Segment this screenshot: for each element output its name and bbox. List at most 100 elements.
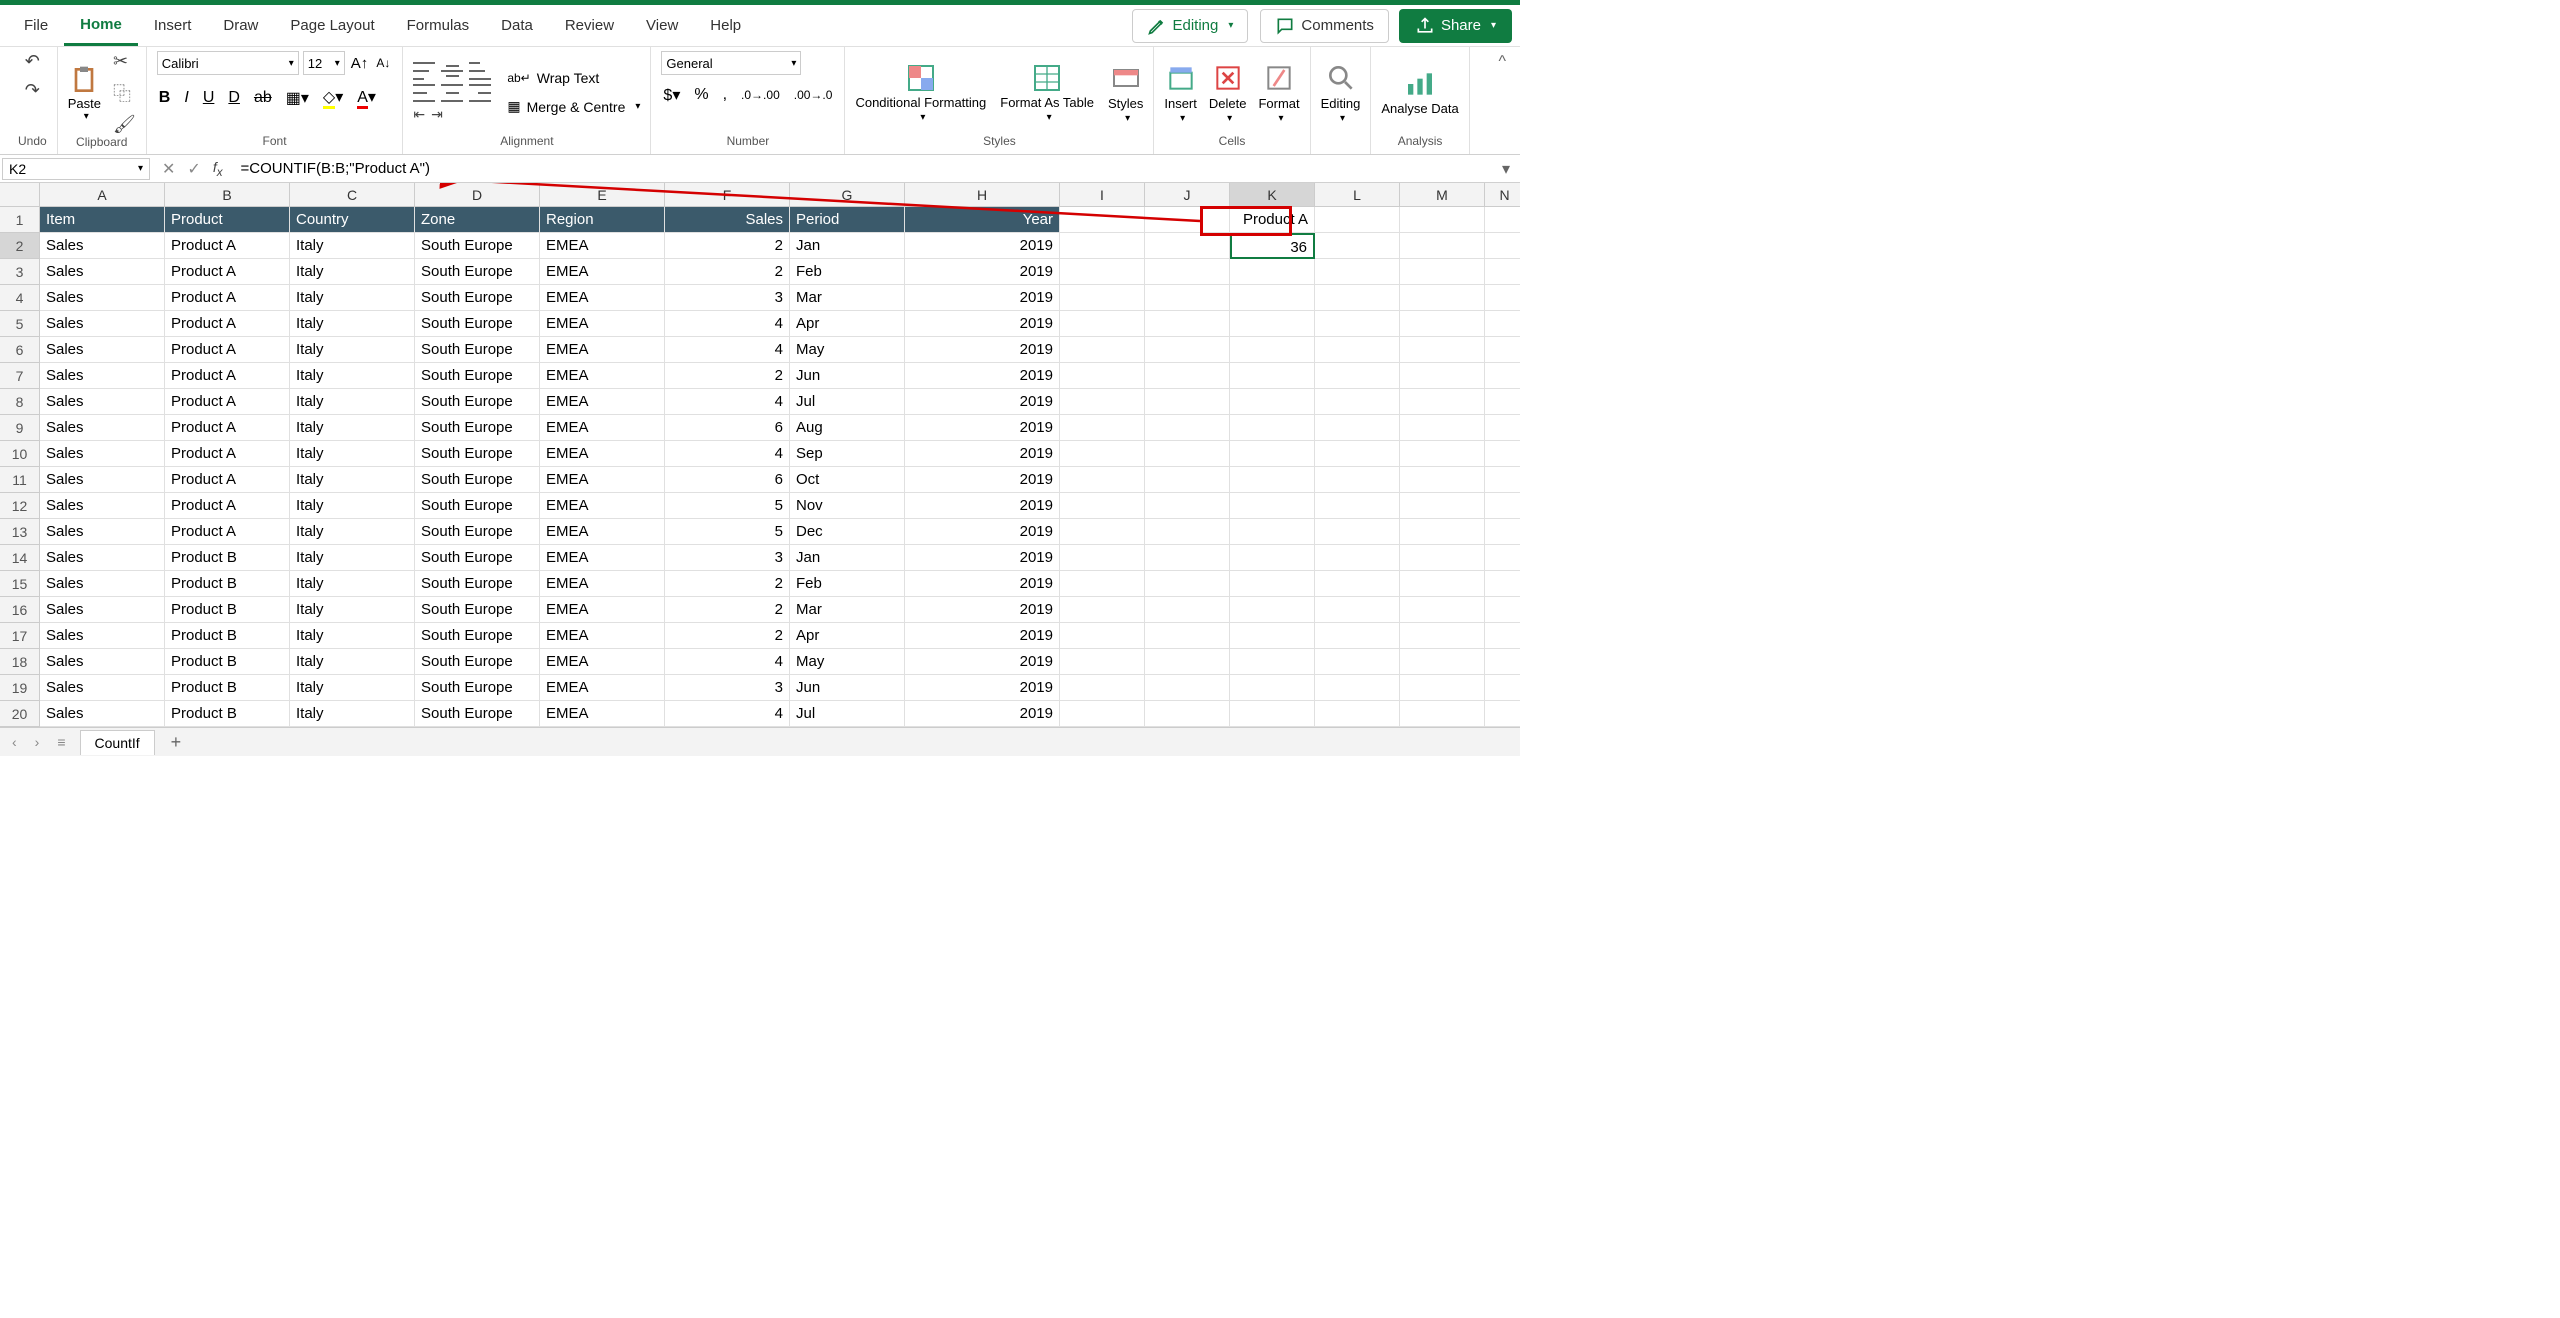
cell-I4[interactable] [1060, 285, 1145, 311]
sheet-tab-countif[interactable]: CountIf [80, 730, 155, 755]
border-button[interactable]: ▦▾ [284, 88, 311, 108]
cell-G8[interactable]: Jul [790, 389, 905, 415]
cell-K2[interactable]: 36 [1230, 233, 1315, 259]
cell-E2[interactable]: EMEA [540, 233, 665, 259]
cell-B19[interactable]: Product B [165, 675, 290, 701]
cell-I5[interactable] [1060, 311, 1145, 337]
cell-B17[interactable]: Product B [165, 623, 290, 649]
cell-J20[interactable] [1145, 701, 1230, 727]
cell-E19[interactable]: EMEA [540, 675, 665, 701]
increase-font-icon[interactable]: A↑ [349, 55, 371, 72]
cell-H2[interactable]: 2019 [905, 233, 1060, 259]
cell-B6[interactable]: Product A [165, 337, 290, 363]
cell-A8[interactable]: Sales [40, 389, 165, 415]
cell-K8[interactable] [1230, 389, 1315, 415]
cell-C17[interactable]: Italy [290, 623, 415, 649]
cell-K15[interactable] [1230, 571, 1315, 597]
cell-J1[interactable] [1145, 207, 1230, 233]
cell-G14[interactable]: Jan [790, 545, 905, 571]
font-color-button[interactable]: A▾ [355, 87, 378, 109]
cell-D9[interactable]: South Europe [415, 415, 540, 441]
cell-C4[interactable]: Italy [290, 285, 415, 311]
cell-E6[interactable]: EMEA [540, 337, 665, 363]
cell-E12[interactable]: EMEA [540, 493, 665, 519]
cell-A9[interactable]: Sales [40, 415, 165, 441]
row-header-18[interactable]: 18 [0, 649, 40, 675]
cell-L19[interactable] [1315, 675, 1400, 701]
cell-K13[interactable] [1230, 519, 1315, 545]
cell-E16[interactable]: EMEA [540, 597, 665, 623]
cell-E21[interactable]: EMEA [540, 727, 665, 728]
cell-H1[interactable]: Year [905, 207, 1060, 233]
cell-N4[interactable] [1485, 285, 1520, 311]
cell-F10[interactable]: 4 [665, 441, 790, 467]
align-center-icon[interactable] [441, 84, 463, 102]
add-sheet-icon[interactable]: + [165, 732, 188, 753]
analyse-data-button[interactable]: Analyse Data [1381, 68, 1458, 116]
underline-button[interactable]: U [201, 89, 217, 107]
cut-icon[interactable]: ✂ [113, 51, 136, 72]
cell-E3[interactable]: EMEA [540, 259, 665, 285]
cell-J4[interactable] [1145, 285, 1230, 311]
cell-J17[interactable] [1145, 623, 1230, 649]
cell-M13[interactable] [1400, 519, 1485, 545]
cell-K7[interactable] [1230, 363, 1315, 389]
cell-G4[interactable]: Mar [790, 285, 905, 311]
cell-E17[interactable]: EMEA [540, 623, 665, 649]
cell-C5[interactable]: Italy [290, 311, 415, 337]
cell-C19[interactable]: Italy [290, 675, 415, 701]
cell-L15[interactable] [1315, 571, 1400, 597]
cell-M21[interactable] [1400, 727, 1485, 728]
cell-N21[interactable] [1485, 727, 1520, 728]
cell-F18[interactable]: 4 [665, 649, 790, 675]
column-header-I[interactable]: I [1060, 183, 1145, 206]
cell-N20[interactable] [1485, 701, 1520, 727]
align-left-icon[interactable] [413, 84, 435, 102]
cell-H19[interactable]: 2019 [905, 675, 1060, 701]
cell-K6[interactable] [1230, 337, 1315, 363]
cell-A5[interactable]: Sales [40, 311, 165, 337]
cell-K17[interactable] [1230, 623, 1315, 649]
cell-C15[interactable]: Italy [290, 571, 415, 597]
cell-A1[interactable]: Item [40, 207, 165, 233]
align-top-icon[interactable] [413, 62, 435, 80]
cell-I9[interactable] [1060, 415, 1145, 441]
increase-indent-icon[interactable]: ⇥ [431, 106, 443, 123]
cell-E5[interactable]: EMEA [540, 311, 665, 337]
cell-N2[interactable] [1485, 233, 1520, 259]
cell-N9[interactable] [1485, 415, 1520, 441]
cell-K1[interactable]: Product A [1230, 207, 1315, 233]
cell-M7[interactable] [1400, 363, 1485, 389]
cell-N12[interactable] [1485, 493, 1520, 519]
cell-F21[interactable]: 5 [665, 727, 790, 728]
column-header-H[interactable]: H [905, 183, 1060, 206]
cell-F20[interactable]: 4 [665, 701, 790, 727]
cell-I11[interactable] [1060, 467, 1145, 493]
cell-B7[interactable]: Product A [165, 363, 290, 389]
cell-M16[interactable] [1400, 597, 1485, 623]
cell-E15[interactable]: EMEA [540, 571, 665, 597]
bold-button[interactable]: B [157, 89, 173, 107]
cell-K18[interactable] [1230, 649, 1315, 675]
cell-M4[interactable] [1400, 285, 1485, 311]
cell-L11[interactable] [1315, 467, 1400, 493]
tab-insert[interactable]: Insert [138, 7, 208, 44]
cell-L6[interactable] [1315, 337, 1400, 363]
cell-F9[interactable]: 6 [665, 415, 790, 441]
tab-page-layout[interactable]: Page Layout [274, 7, 390, 44]
cell-I2[interactable] [1060, 233, 1145, 259]
select-all-corner[interactable] [0, 183, 40, 207]
name-box[interactable]: K2▾ [2, 158, 150, 180]
cell-E1[interactable]: Region [540, 207, 665, 233]
cell-A14[interactable]: Sales [40, 545, 165, 571]
cell-M1[interactable] [1400, 207, 1485, 233]
font-size-select[interactable]: 12▾ [303, 51, 345, 75]
cell-C20[interactable]: Italy [290, 701, 415, 727]
cell-H10[interactable]: 2019 [905, 441, 1060, 467]
cell-C13[interactable]: Italy [290, 519, 415, 545]
double-underline-button[interactable]: D [226, 89, 242, 107]
copy-icon[interactable]: ⿻ [113, 80, 136, 106]
cell-K12[interactable] [1230, 493, 1315, 519]
cell-B8[interactable]: Product A [165, 389, 290, 415]
cell-D19[interactable]: South Europe [415, 675, 540, 701]
